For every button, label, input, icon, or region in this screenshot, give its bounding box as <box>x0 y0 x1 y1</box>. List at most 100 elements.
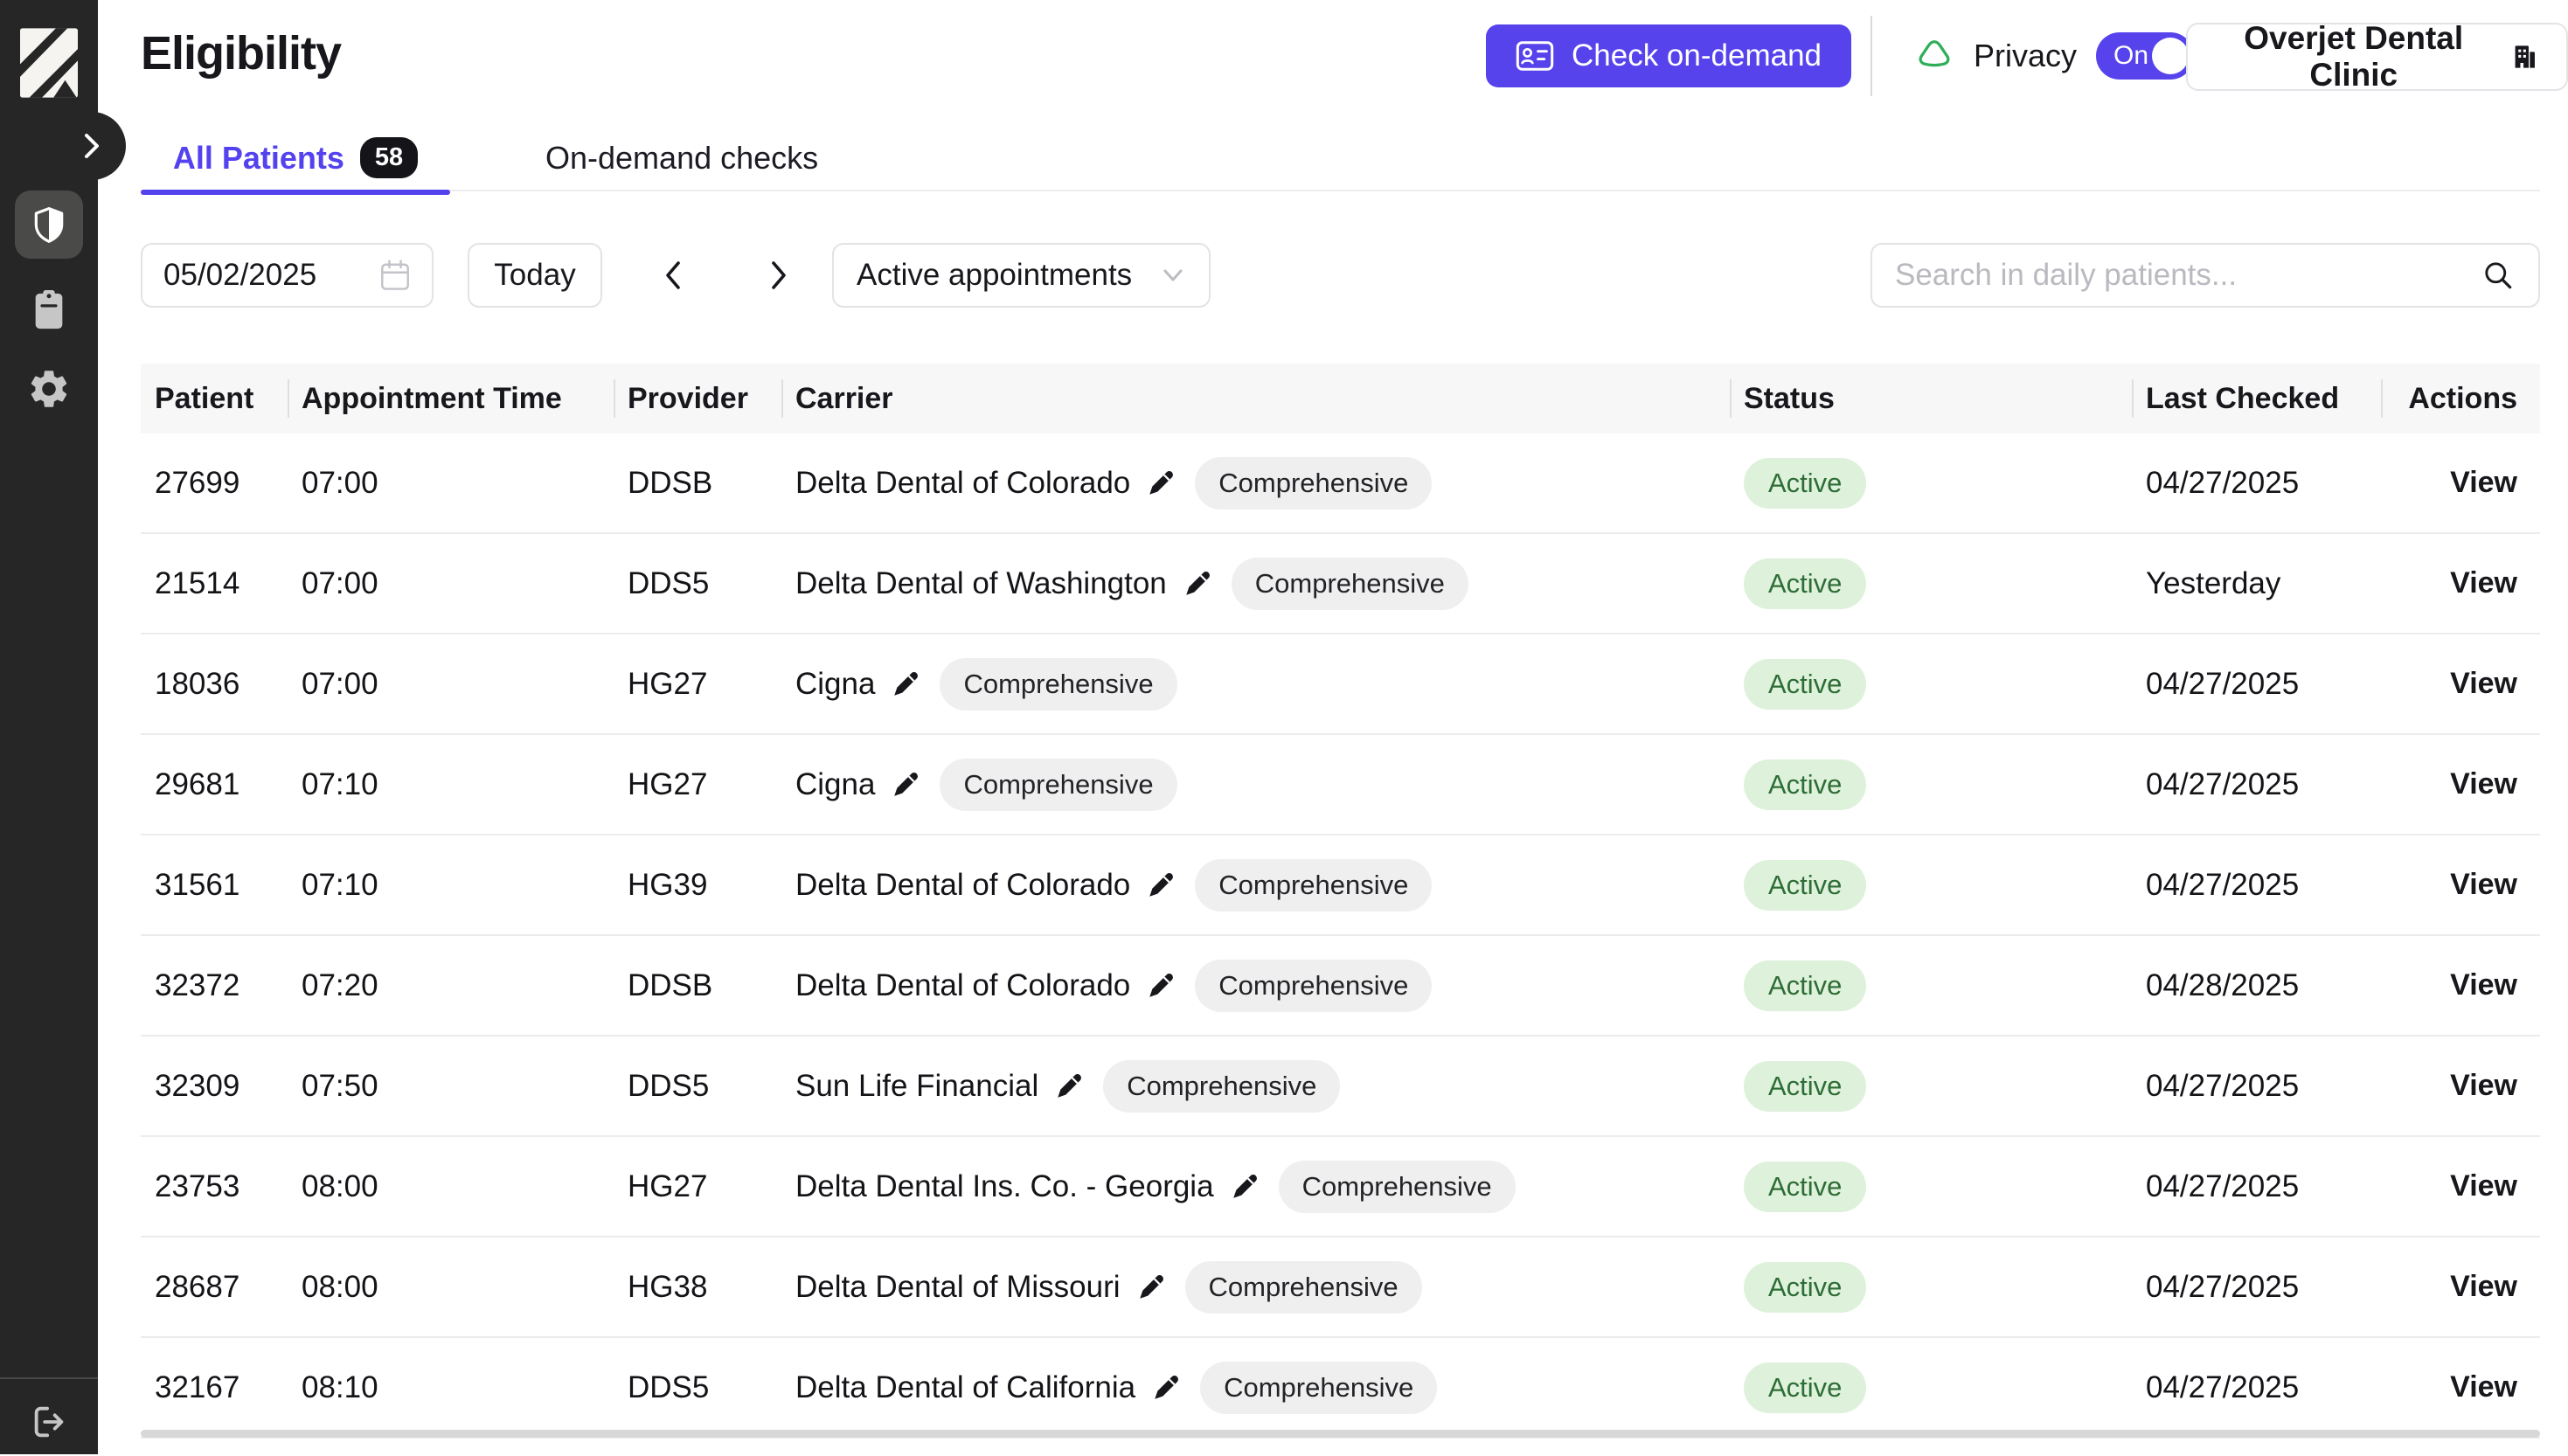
carrier-name: Delta Dental of Colorado <box>795 968 1130 1003</box>
status-cell: Active <box>1730 1238 2132 1336</box>
carrier-name: Delta Dental of Washington <box>795 566 1167 601</box>
edit-carrier-icon[interactable] <box>1230 1172 1260 1202</box>
last-checked: 04/27/2025 <box>2132 835 2381 934</box>
last-checked: 04/27/2025 <box>2132 1037 2381 1135</box>
sidebar-item-eligibility[interactable] <box>15 191 83 259</box>
clinic-selector-button[interactable]: Overjet Dental Clinic <box>2186 23 2568 91</box>
check-on-demand-button[interactable]: Check on-demand <box>1486 24 1851 87</box>
privacy-cloud-icon <box>1914 38 1954 74</box>
view-button[interactable]: View <box>2450 1169 2517 1203</box>
chevron-right-icon <box>765 256 793 295</box>
actions-cell: View <box>2381 1338 2540 1437</box>
appointment-time: 07:00 <box>288 634 614 733</box>
table-header: Patient Appointment Time Provider Carrie… <box>141 364 2540 433</box>
status-cell: Active <box>1730 735 2132 834</box>
view-button[interactable]: View <box>2450 968 2517 1002</box>
view-button[interactable]: View <box>2450 466 2517 500</box>
sidebar-item-checks[interactable] <box>15 276 83 344</box>
appointment-time: 07:20 <box>288 936 614 1035</box>
view-button[interactable]: View <box>2450 1270 2517 1304</box>
today-label: Today <box>494 258 575 293</box>
plan-badge: Comprehensive <box>940 759 1176 811</box>
appointment-time: 07:10 <box>288 835 614 934</box>
plan-badge: Comprehensive <box>1103 1060 1340 1113</box>
table-row: 21514 07:00 DDS5 Delta Dental of Washing… <box>141 534 2540 634</box>
plan-badge: Comprehensive <box>1279 1161 1516 1213</box>
actions-cell: View <box>2381 433 2540 532</box>
appointments-filter-value: Active appointments <box>857 258 1132 293</box>
carrier-name: Delta Dental of Colorado <box>795 868 1130 903</box>
provider-code: DDS5 <box>614 534 781 633</box>
logout-button[interactable] <box>15 1388 83 1456</box>
edit-carrier-icon[interactable] <box>1151 1373 1181 1403</box>
edit-carrier-icon[interactable] <box>1146 870 1176 900</box>
previous-day-button[interactable] <box>641 243 705 308</box>
edit-carrier-icon[interactable] <box>1146 971 1176 1001</box>
actions-cell: View <box>2381 735 2540 834</box>
edit-carrier-icon[interactable] <box>891 669 920 699</box>
view-button[interactable]: View <box>2450 667 2517 701</box>
status-cell: Active <box>1730 936 2132 1035</box>
tab-on-demand-checks[interactable]: On-demand checks <box>545 124 818 191</box>
patient-id: 31561 <box>141 835 288 934</box>
col-appointment-time: Appointment Time <box>288 364 614 433</box>
provider-code: DDS5 <box>614 1037 781 1135</box>
view-button[interactable]: View <box>2450 1069 2517 1103</box>
chevron-left-icon <box>659 256 687 295</box>
table-row: 29681 07:10 HG27 Cigna Comprehensive Act… <box>141 735 2540 835</box>
privacy-toggle[interactable]: On <box>2096 32 2194 80</box>
carrier-cell: Delta Dental Ins. Co. - Georgia Comprehe… <box>781 1137 1730 1236</box>
tab-all-patients[interactable]: All Patients 58 <box>141 124 450 191</box>
view-button[interactable]: View <box>2450 566 2517 600</box>
date-picker[interactable]: 05/02/2025 <box>141 243 434 308</box>
patient-id: 32167 <box>141 1338 288 1437</box>
next-day-button[interactable] <box>746 243 811 308</box>
actions-cell: View <box>2381 1037 2540 1135</box>
edit-carrier-icon[interactable] <box>1054 1071 1084 1101</box>
filter-bar: 05/02/2025 Today Active appointments <box>141 243 2540 308</box>
status-badge: Active <box>1744 1262 1866 1313</box>
carrier-cell: Delta Dental of Colorado Comprehensive <box>781 835 1730 934</box>
edit-carrier-icon[interactable] <box>1183 569 1212 599</box>
carrier-name: Delta Dental of Colorado <box>795 466 1130 501</box>
building-icon <box>2510 40 2540 73</box>
date-value: 05/02/2025 <box>163 258 316 293</box>
id-card-icon <box>1516 41 1554 71</box>
horizontal-scrollbar[interactable] <box>141 1430 2540 1438</box>
view-button[interactable]: View <box>2450 868 2517 902</box>
search-icon[interactable] <box>2481 258 2516 293</box>
plan-badge: Comprehensive <box>1195 960 1432 1012</box>
table-row: 31561 07:10 HG39 Delta Dental of Colorad… <box>141 835 2540 936</box>
view-button[interactable]: View <box>2450 767 2517 801</box>
app-logo <box>20 26 78 100</box>
edit-carrier-icon[interactable] <box>1136 1272 1166 1302</box>
privacy-control: Privacy On <box>1914 24 2194 87</box>
col-actions: Actions <box>2381 364 2540 433</box>
status-cell: Active <box>1730 1338 2132 1437</box>
carrier-cell: Cigna Comprehensive <box>781 634 1730 733</box>
clipboard-icon <box>29 288 69 332</box>
carrier-name: Cigna <box>795 767 875 802</box>
sidebar-divider <box>0 1377 98 1379</box>
chevron-down-icon <box>1160 267 1186 284</box>
status-cell: Active <box>1730 634 2132 733</box>
carrier-name: Delta Dental of Missouri <box>795 1270 1121 1305</box>
view-button[interactable]: View <box>2450 1370 2517 1404</box>
shield-icon <box>30 204 68 246</box>
today-button[interactable]: Today <box>468 243 602 308</box>
page-title: Eligibility <box>141 26 341 80</box>
sidebar-item-settings[interactable] <box>15 355 83 423</box>
provider-code: HG27 <box>614 735 781 834</box>
appointments-filter-dropdown[interactable]: Active appointments <box>832 243 1211 308</box>
tab-on-demand-checks-label: On-demand checks <box>545 140 818 177</box>
plan-badge: Comprehensive <box>1195 859 1432 912</box>
carrier-cell: Delta Dental of California Comprehensive <box>781 1338 1730 1437</box>
actions-cell: View <box>2381 1238 2540 1336</box>
patient-id: 18036 <box>141 634 288 733</box>
edit-carrier-icon[interactable] <box>891 770 920 800</box>
status-cell: Active <box>1730 433 2132 532</box>
status-cell: Active <box>1730 534 2132 633</box>
edit-carrier-icon[interactable] <box>1146 468 1176 498</box>
sidebar-expand-button[interactable] <box>58 112 126 180</box>
search-input[interactable] <box>1895 258 2454 293</box>
